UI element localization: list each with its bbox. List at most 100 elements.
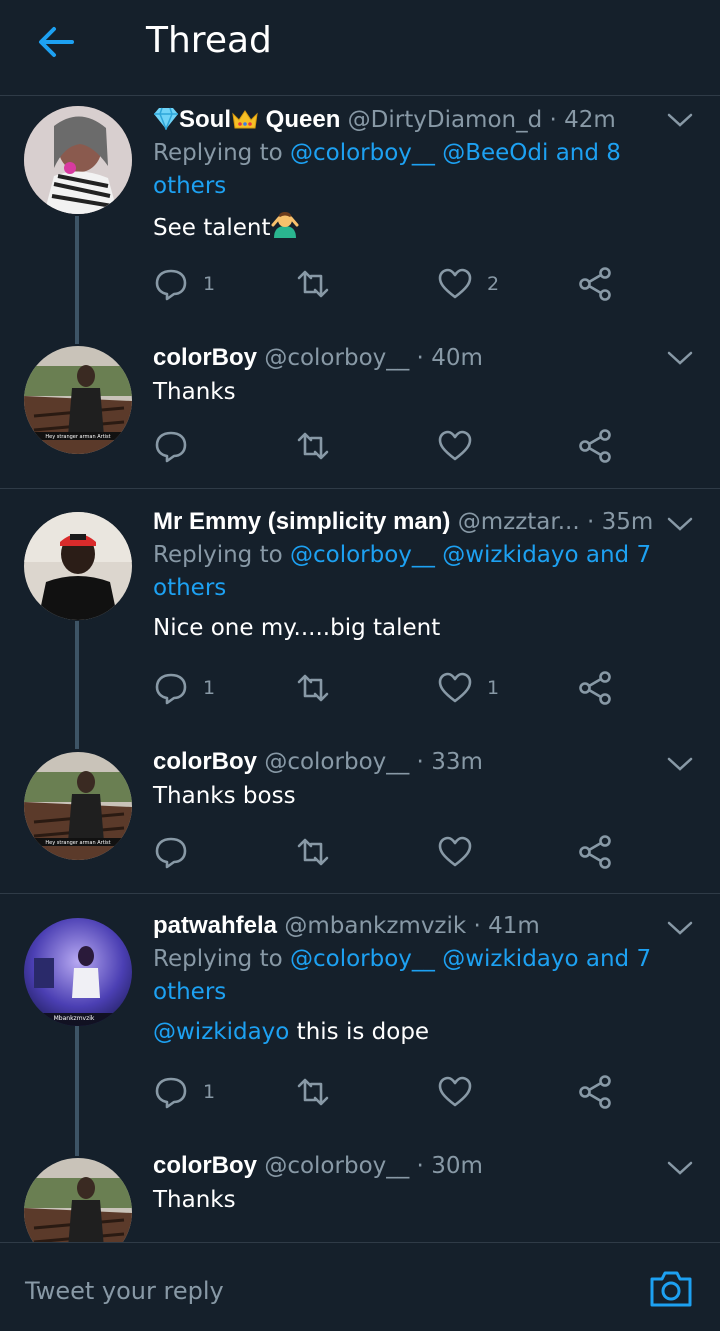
like-button[interactable] [437,1072,473,1112]
user-handle[interactable]: @mzztar... [458,509,580,535]
separator-dot: · [466,913,489,939]
share-button[interactable] [577,426,613,466]
reply-count: 1 [203,273,216,295]
share-button[interactable] [577,264,613,304]
separator-dot: · [409,345,432,371]
tweet-body: Soul Queen @DirtyDiamon_d · 42m Replying… [153,104,663,244]
display-name[interactable]: colorBoy [153,1152,257,1179]
heart-icon [438,672,472,703]
like-button[interactable]: 2 [437,264,499,304]
heart-icon [438,1076,472,1107]
reply-button[interactable]: 1 [153,264,215,304]
reply-button[interactable] [153,426,189,466]
tweet-actions: 1 2 [153,264,623,304]
avatar[interactable] [24,106,132,214]
user-handle[interactable]: @DirtyDiamon_d [348,107,543,133]
chevron-down-icon[interactable] [666,1158,694,1178]
avatar[interactable] [24,512,132,620]
avatar[interactable] [24,1158,132,1242]
retweet-button[interactable] [295,426,331,466]
reply-icon [155,269,187,301]
user-handle[interactable]: @colorboy__ [264,1153,409,1179]
camera-icon[interactable] [648,1269,694,1309]
retweet-button[interactable] [295,668,331,708]
share-button[interactable] [577,668,613,708]
tweet-text: Thanks [153,1187,236,1213]
chevron-down-icon[interactable] [666,918,694,938]
like-button[interactable]: 1 [437,668,499,708]
gem-emoji-icon [154,107,178,130]
thread-feed[interactable]: Soul Queen @DirtyDiamon_d · 42m Replying… [0,96,720,1242]
reply-count: 1 [203,1081,216,1103]
user-handle[interactable]: @colorboy__ [264,345,409,371]
reply-button[interactable]: 1 [153,668,215,708]
user-handle[interactable]: @mbankzmvzik [284,913,466,939]
retweet-button[interactable] [295,1072,331,1112]
replying-label: Replying to [153,140,290,166]
display-name-part[interactable]: Soul [179,106,231,133]
avatar[interactable]: Mbankzmvzik [24,918,132,1026]
reply-icon [155,1077,187,1109]
like-button[interactable] [437,832,473,872]
avatar[interactable]: Hey stranger arman Artist [24,752,132,860]
display-name[interactable]: colorBoy [153,344,257,371]
reply-icon [155,837,187,869]
tweet-body: Mr Emmy (simplicity man) @mzztar... · 35… [153,506,663,644]
reply-button[interactable]: 1 [153,1072,215,1112]
chevron-down-icon[interactable] [666,514,694,534]
display-name[interactable]: patwahfela [153,912,277,939]
tweet[interactable]: colorBoy @colorboy__ · 30m Thanks [0,1146,720,1242]
display-name[interactable]: Mr Emmy (simplicity man) [153,508,450,535]
person-gesturing-emoji-icon [271,212,299,238]
user-handle[interactable]: @colorboy__ [264,749,409,775]
svg-text:Mbankzmvzik: Mbankzmvzik [54,1015,95,1022]
reply-composer[interactable]: Tweet your reply [0,1242,720,1331]
heart-icon [438,430,472,461]
reply-input[interactable]: Tweet your reply [25,1277,224,1305]
tweet-header: patwahfela @mbankzmvzik · 41m [153,910,663,942]
retweet-icon [297,270,329,298]
like-count: 1 [487,677,500,699]
tweet[interactable]: Mr Emmy (simplicity man) @mzztar... · 35… [0,502,720,722]
replying-to: Replying to @colorboy__ @BeeOdi and 8 ot… [153,137,663,203]
tweet-text: @wizkidayo this is dope [153,1016,663,1048]
chevron-down-icon[interactable] [666,348,694,368]
avatar[interactable]: Hey stranger arman Artist [24,346,132,454]
retweet-icon [297,838,329,866]
retweet-button[interactable] [295,832,331,872]
display-name-part[interactable]: Queen [259,106,341,133]
reply-icon [155,673,187,705]
replying-label: Replying to [153,946,290,972]
reply-button[interactable] [153,832,189,872]
mention-link[interactable]: @wizkidayo [153,1019,289,1045]
back-arrow-icon[interactable] [36,22,76,62]
tweet[interactable]: Soul Queen @DirtyDiamon_d · 42m Replying… [0,96,720,316]
tweet-actions: 1 1 [153,668,623,708]
chevron-down-icon[interactable] [666,110,694,130]
svg-text:Hey stranger arman Artist: Hey stranger arman Artist [45,434,110,440]
like-button[interactable] [437,426,473,466]
tweet-header: Mr Emmy (simplicity man) @mzztar... · 35… [153,506,663,538]
replying-to: Replying to @colorboy__ @wizkidayo and 7… [153,539,663,605]
tweet-body: colorBoy @colorboy__ · 33m Thanks boss [153,746,663,812]
chevron-down-icon[interactable] [666,754,694,774]
share-icon [579,671,611,705]
display-name[interactable]: colorBoy [153,748,257,775]
share-icon [579,1075,611,1109]
retweet-icon [297,1078,329,1106]
tweet[interactable]: Hey stranger arman Artist colorBoy @colo… [0,336,720,486]
replying-label: Replying to [153,542,290,568]
timestamp: 42m [564,107,616,133]
timestamp: 35m [601,509,654,535]
retweet-button[interactable] [295,264,331,304]
tweet-actions: 1 [153,1072,623,1112]
timestamp: 30m [431,1153,483,1179]
tweet[interactable]: Mbankzmvzik patwahfela @mbankzmvzik · 41… [0,906,720,1126]
like-count: 2 [487,273,500,295]
tweet-header: colorBoy @colorboy__ · 40m [153,342,663,374]
separator-dot: · [542,107,565,133]
tweet-text-content: this is dope [289,1019,430,1045]
share-button[interactable] [577,1072,613,1112]
share-button[interactable] [577,832,613,872]
tweet[interactable]: Hey stranger arman Artist colorBoy @colo… [0,742,720,892]
